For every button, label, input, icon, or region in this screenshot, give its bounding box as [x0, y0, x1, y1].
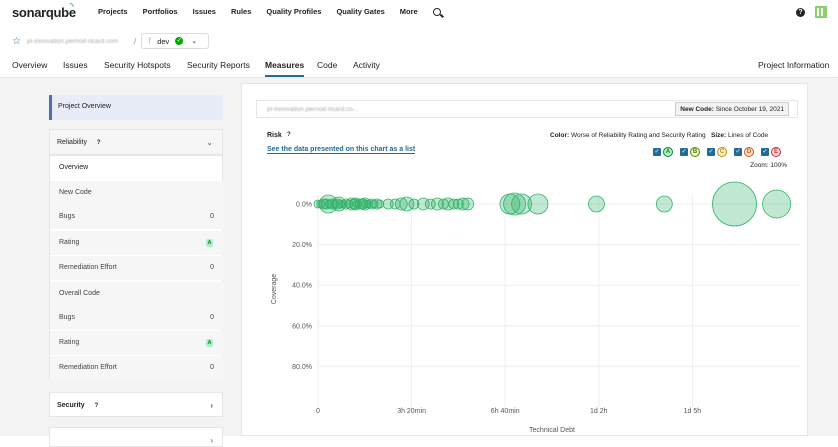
- measure-label: Remediation Effort: [59, 264, 117, 271]
- nav-quality-profiles[interactable]: Quality Profiles: [266, 7, 321, 16]
- project-information-link[interactable]: Project Information: [758, 60, 829, 70]
- avatar[interactable]: [815, 6, 827, 18]
- rating-badge: A: [206, 239, 213, 247]
- measure-value: 0: [210, 264, 214, 271]
- y-axis-label: Coverage: [271, 274, 278, 304]
- breadcrumb-separator: /: [134, 37, 137, 46]
- chevron-right-icon: ›: [210, 436, 213, 445]
- data-point[interactable]: [358, 197, 372, 211]
- main-nav: Projects Portfolios Issues Rules Quality…: [98, 7, 433, 16]
- x-tick-label: 6h 40min: [491, 408, 520, 415]
- check-icon: ✓: [175, 37, 184, 45]
- y-tick-label: 80.0%: [292, 364, 312, 371]
- security-header[interactable]: Security ? ›: [49, 392, 223, 417]
- data-point[interactable]: [762, 189, 792, 219]
- tab-security-reports[interactable]: Security Reports: [187, 60, 250, 70]
- x-axis-label: Technical Debt: [529, 427, 575, 434]
- data-point[interactable]: [527, 193, 549, 215]
- x-tick-label: 0: [316, 408, 320, 415]
- y-tick-label: 20.0%: [292, 242, 312, 249]
- project-breadcrumb: ☆ pi-innovation.pernod-ricard.com / ᚴ de…: [0, 32, 838, 52]
- nav-rules[interactable]: Rules: [231, 7, 251, 16]
- y-tick-label: 60.0%: [292, 323, 312, 330]
- reliability-header[interactable]: Reliability ? ⌄: [49, 129, 223, 155]
- tab-code[interactable]: Code: [317, 60, 337, 70]
- data-point[interactable]: [712, 181, 757, 227]
- reliability-panel: Overview New Code Bugs 0 Rating A Remediat…: [49, 155, 224, 380]
- tab-overview[interactable]: Overview: [12, 60, 47, 70]
- project-key[interactable]: pi-innovation.pernod-ricard.com: [27, 38, 118, 45]
- nav-issues[interactable]: Issues: [193, 7, 216, 16]
- tab-activity[interactable]: Activity: [353, 60, 380, 70]
- chevron-down-icon: ⌄: [191, 38, 198, 45]
- chevron-down-icon: ⌄: [206, 138, 213, 147]
- measure-label: Rating: [59, 339, 80, 346]
- nav-more[interactable]: More: [400, 7, 418, 16]
- search-icon[interactable]: [433, 8, 441, 16]
- measure-row-new-rating[interactable]: Rating A: [50, 231, 224, 255]
- tab-issues[interactable]: Issues: [63, 60, 88, 70]
- measure-label: Bugs: [59, 314, 75, 321]
- x-tick-label: 1d 2h: [590, 408, 608, 415]
- x-tick-label: 3h 20min: [397, 408, 426, 415]
- next-domain-header[interactable]: ›: [49, 427, 223, 447]
- measures-main-panel: pi-innovation.pernod-ricard.co... New Co…: [241, 83, 808, 436]
- tab-security-hotspots[interactable]: Security Hotspots: [104, 60, 171, 70]
- data-point[interactable]: [331, 196, 346, 212]
- chevron-right-icon: ›: [210, 401, 213, 410]
- bubble-chart[interactable]: 0.0% 20.0% 40.0% 60.0% 80.0% 0 3h 20min 6h 40mi…: [242, 84, 809, 437]
- top-navigation-bar: sonarqube ◝ Projects Portfolios Issues Ru…: [0, 0, 838, 26]
- help-icon[interactable]: ?: [796, 8, 805, 17]
- project-overview-item[interactable]: Project Overview: [49, 95, 223, 120]
- data-point[interactable]: [461, 197, 475, 211]
- branch-icon: ᚴ: [148, 37, 153, 45]
- measure-row-overall-remediation[interactable]: Remediation Effort 0: [50, 356, 224, 380]
- logo-text: sonarqube: [12, 5, 76, 20]
- y-tick-label: 40.0%: [292, 283, 312, 290]
- nav-portfolios[interactable]: Portfolios: [143, 7, 178, 16]
- star-icon[interactable]: ☆: [12, 36, 21, 47]
- project-tabs: Overview Issues Security Hotspots Securi…: [0, 56, 838, 78]
- y-tick-label: 0.0%: [296, 202, 312, 209]
- reliability-overview-item[interactable]: Overview: [50, 156, 224, 180]
- data-point[interactable]: [375, 199, 385, 209]
- x-tick-label: 1d 5h: [684, 408, 702, 415]
- branch-name: dev: [157, 36, 170, 46]
- security-label: Security: [57, 402, 85, 409]
- measure-value: 0: [210, 213, 214, 220]
- measure-row-overall-rating[interactable]: Rating A: [50, 331, 224, 355]
- data-point[interactable]: [588, 195, 605, 213]
- reliability-label: Reliability: [57, 139, 87, 146]
- measure-value: 0: [210, 314, 214, 321]
- measure-label: Bugs: [59, 213, 75, 220]
- measure-value: 0: [210, 364, 214, 371]
- sonarqube-logo[interactable]: sonarqube ◝: [12, 1, 76, 20]
- nav-projects[interactable]: Projects: [98, 7, 128, 16]
- branch-selector[interactable]: ᚴ dev ✓ ⌄: [141, 33, 209, 49]
- nav-quality-gates[interactable]: Quality Gates: [336, 7, 384, 16]
- measure-row-new-remediation[interactable]: Remediation Effort 0: [50, 256, 224, 280]
- logo-arc-icon: ◝: [70, 1, 74, 11]
- new-code-heading: New Code: [50, 181, 224, 205]
- help-icon[interactable]: ?: [97, 140, 101, 146]
- measure-row-new-bugs[interactable]: Bugs 0: [50, 205, 224, 229]
- help-icon[interactable]: ?: [95, 403, 99, 409]
- rating-badge: A: [206, 339, 213, 347]
- measure-row-overall-bugs[interactable]: Bugs 0: [50, 306, 224, 330]
- measure-label: Rating: [59, 239, 80, 246]
- measure-label: Remediation Effort: [59, 364, 117, 371]
- tab-measures[interactable]: Measures: [265, 60, 305, 77]
- overall-code-heading: Overall Code: [50, 282, 224, 306]
- data-point[interactable]: [655, 195, 673, 213]
